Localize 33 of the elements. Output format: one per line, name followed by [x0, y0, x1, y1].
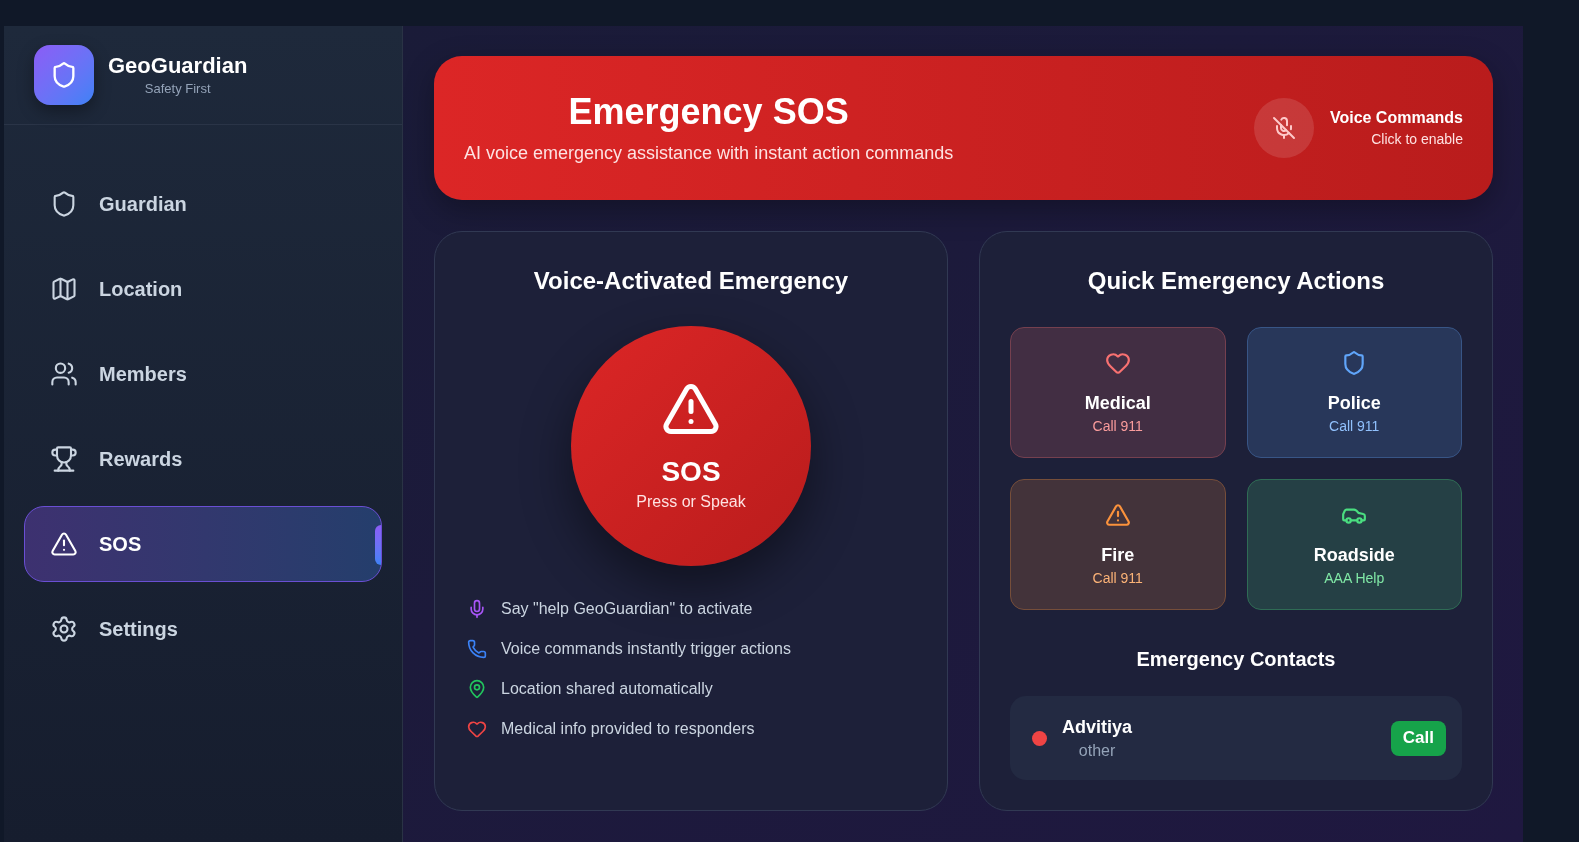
users-icon: [50, 360, 78, 388]
app-tagline: Safety First: [144, 80, 211, 98]
card-title: Quick Emergency Actions: [1087, 266, 1385, 296]
emergency-action-button[interactable]: Medical Call 911: [1010, 327, 1226, 458]
voice-commands-hint: Click to enable: [1371, 130, 1463, 149]
trophy-icon: [50, 445, 78, 473]
nav-item[interactable]: Rewards: [24, 421, 382, 497]
feature-text: Medical info provided to responders: [501, 719, 755, 739]
active-indicator: [375, 525, 381, 565]
emergency-action-button[interactable]: Fire Call 911: [1010, 479, 1226, 610]
feature-text: Voice commands instantly trigger actions: [501, 639, 791, 659]
emergency-action-button[interactable]: Police Call 911: [1246, 327, 1462, 458]
feature-text: Say "help GeoGuardian" to activate: [501, 599, 753, 619]
app-name: GeoGuardian: [108, 52, 248, 80]
emergency-action-button[interactable]: Roadside AAA Help: [1246, 479, 1462, 610]
page-title: Emergency SOS: [568, 90, 849, 134]
nav-item[interactable]: Members: [24, 336, 382, 412]
shield-logo-icon: [34, 45, 94, 105]
nav-item[interactable]: Location: [24, 251, 382, 327]
page-subtitle: AI voice emergency assistance with instant action commands: [464, 142, 954, 165]
contact-relation: other: [1078, 741, 1116, 761]
settings-icon: [50, 615, 78, 643]
contact-name: Advitiya: [1062, 716, 1133, 739]
section-title: Emergency Contacts: [1136, 647, 1336, 672]
sos-button[interactable]: SOS Press or Speak: [571, 326, 811, 566]
feature-text: Location shared automatically: [501, 679, 713, 699]
voice-commands-label: Voice Commands: [1329, 108, 1463, 128]
card-title: Voice-Activated Emergency: [533, 266, 849, 296]
nav-item[interactable]: SOS: [24, 506, 382, 582]
nav-item[interactable]: Guardian: [24, 166, 382, 242]
map-icon: [50, 275, 78, 303]
nav-item[interactable]: Settings: [24, 591, 382, 667]
warning-icon: [50, 530, 78, 558]
